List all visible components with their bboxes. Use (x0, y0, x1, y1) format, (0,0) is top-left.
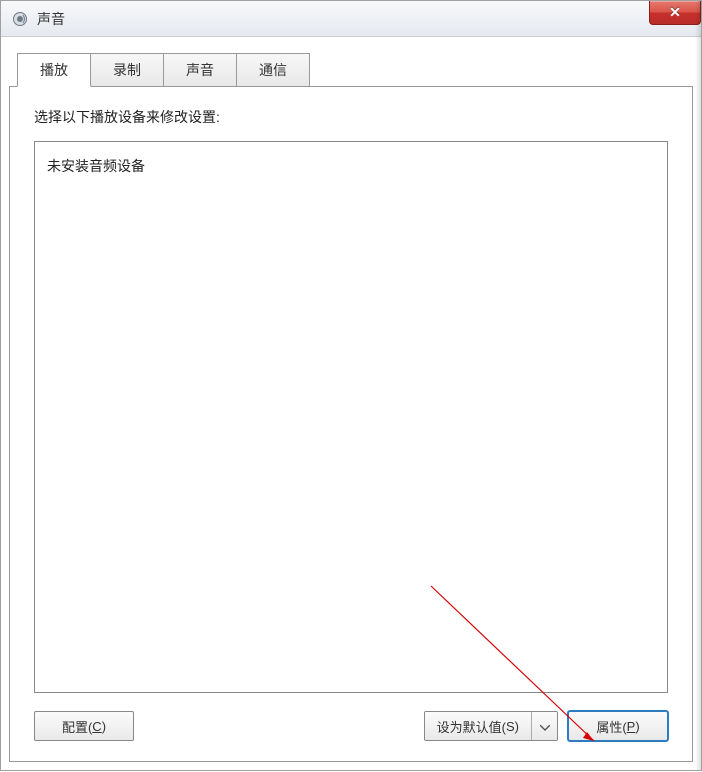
tab-sounds[interactable]: 声音 (164, 53, 237, 87)
btn-text: ) (102, 719, 106, 734)
properties-button[interactable]: 属性(P) (568, 711, 668, 741)
tab-communications[interactable]: 通信 (237, 53, 310, 87)
instruction-text: 选择以下播放设备来修改设置: (34, 107, 668, 127)
set-default-button[interactable]: 设为默认值(S) (424, 711, 558, 741)
button-row: 配置(C) 设为默认值(S) 属性(P) (34, 693, 668, 741)
tabs: 播放 录制 声音 通信 (1, 37, 701, 87)
tab-label: 录制 (113, 62, 141, 78)
btn-accel: P (627, 719, 636, 734)
sound-dialog: 声音 ✕ 播放 录制 声音 通信 选择以下播放设备来修改设置: 未安装音频设备 … (0, 0, 702, 771)
no-device-message: 未安装音频设备 (47, 156, 655, 176)
chevron-down-icon (540, 719, 550, 734)
content-area: 播放 录制 声音 通信 选择以下播放设备来修改设置: 未安装音频设备 配置(C)… (1, 37, 701, 770)
device-list[interactable]: 未安装音频设备 (34, 141, 668, 693)
configure-button[interactable]: 配置(C) (34, 711, 134, 741)
btn-text: ) (635, 719, 639, 734)
tab-recording[interactable]: 录制 (91, 53, 164, 87)
btn-text: 属性( (596, 717, 626, 736)
btn-text: ) (515, 719, 519, 734)
window-title: 声音 (37, 9, 65, 29)
btn-accel: C (92, 719, 101, 734)
btn-text: 配置( (62, 717, 92, 736)
tab-playback[interactable]: 播放 (17, 53, 91, 87)
playback-panel: 选择以下播放设备来修改设置: 未安装音频设备 配置(C) 设为默认值(S) (9, 86, 693, 762)
btn-accel: S (506, 719, 515, 734)
set-default-main[interactable]: 设为默认值(S) (425, 712, 531, 740)
tab-label: 通信 (259, 62, 287, 78)
tab-label: 播放 (40, 62, 68, 78)
tab-label: 声音 (186, 62, 214, 78)
close-icon: ✕ (669, 4, 681, 21)
set-default-dropdown[interactable] (531, 712, 557, 740)
titlebar[interactable]: 声音 ✕ (1, 1, 701, 37)
close-button[interactable]: ✕ (649, 1, 701, 25)
btn-text: 设为默认值( (437, 717, 506, 736)
speaker-icon (11, 10, 29, 28)
